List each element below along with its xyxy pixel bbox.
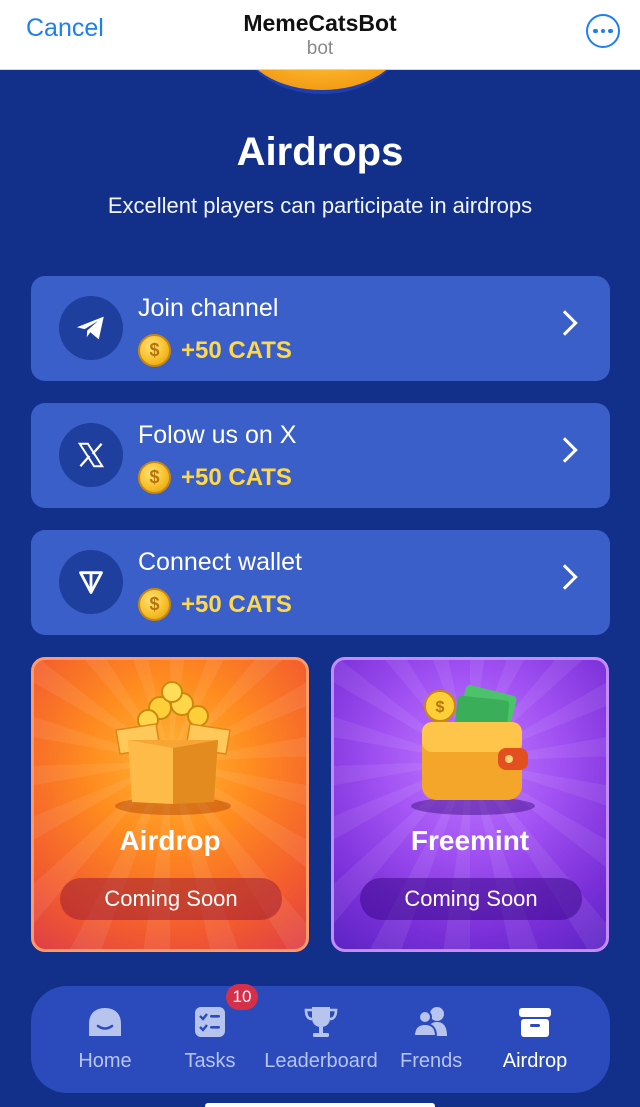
- more-dot-icon: [608, 28, 613, 34]
- nav-label: Home: [78, 1050, 132, 1072]
- nav-label: Airdrop: [502, 1050, 568, 1072]
- reward-amount: +50 CATS: [181, 336, 292, 364]
- app-title: MemeCatsBot: [243, 9, 397, 36]
- task-join-channel[interactable]: Join channel $ +50 CATS: [31, 276, 610, 381]
- airdrop-card[interactable]: Airdrop Coming Soon: [31, 657, 309, 952]
- reward-amount: +50 CATS: [181, 590, 292, 618]
- more-options-button[interactable]: [586, 14, 620, 48]
- nav-home[interactable]: Home: [77, 1002, 133, 1073]
- tasks-count-badge: 10: [226, 984, 258, 1010]
- friends-icon: [412, 1007, 447, 1037]
- task-follow-x[interactable]: Folow us on X $ +50 CATS: [31, 403, 610, 508]
- home-icon: [89, 1008, 121, 1036]
- chevron-right-icon: [552, 437, 578, 463]
- reward-amount: +50 CATS: [181, 463, 292, 491]
- airdrop-icon: [519, 1008, 551, 1037]
- page-title: Airdrops: [236, 130, 404, 174]
- more-dot-icon: [600, 28, 606, 34]
- chevron-right-icon: [552, 310, 578, 336]
- x-logo-icon: [59, 423, 123, 487]
- trophy-icon: [304, 1007, 338, 1037]
- task-reward: $ +50 CATS: [138, 588, 292, 621]
- task-reward: $ +50 CATS: [138, 461, 292, 494]
- coin-icon: $: [138, 461, 171, 494]
- nav-label: Frends: [400, 1050, 463, 1072]
- nav-tasks[interactable]: Tasks: [181, 1002, 239, 1073]
- bottom-nav: Home Tasks 10 Leaderboard Frends Airdrop: [31, 984, 610, 1093]
- task-label: Connect wallet: [138, 548, 302, 576]
- coming-soon-badge: Coming Soon: [60, 878, 282, 920]
- ton-icon: [59, 550, 123, 614]
- card-title: Freemint: [410, 825, 530, 856]
- wallet-icon: $: [411, 685, 535, 815]
- page-subtitle: Excellent players can participate in air…: [107, 193, 533, 218]
- nav-leaderboard[interactable]: Leaderboard: [263, 1002, 379, 1073]
- app-subtitle: bot: [306, 37, 334, 59]
- cancel-button[interactable]: Cancel: [26, 14, 104, 43]
- home-indicator: [205, 1103, 435, 1107]
- task-connect-wallet[interactable]: Connect wallet $ +50 CATS: [31, 530, 610, 635]
- coin-icon: $: [138, 334, 171, 367]
- tasks-icon: [195, 1007, 225, 1037]
- bot-title-block: MemeCatsBot bot: [243, 9, 396, 61]
- svg-text:$: $: [436, 699, 445, 716]
- chevron-right-icon: [552, 564, 578, 590]
- task-reward: $ +50 CATS: [138, 334, 292, 367]
- nav-label: Tasks: [184, 1050, 236, 1072]
- nav-airdrop[interactable]: Airdrop: [499, 1002, 571, 1073]
- freemint-card[interactable]: $ Freemint Coming Soon: [331, 657, 609, 952]
- nav-friends[interactable]: Frends: [400, 1002, 462, 1073]
- task-label: Folow us on X: [138, 421, 297, 449]
- task-label: Join channel: [138, 294, 279, 322]
- coming-soon-badge: Coming Soon: [360, 878, 582, 920]
- more-dot-icon: [593, 28, 598, 34]
- top-bar: Cancel MemeCatsBot bot: [0, 0, 640, 70]
- nav-label: Leaderboard: [264, 1050, 378, 1072]
- telegram-icon: [59, 296, 123, 360]
- card-title: Airdrop: [119, 825, 221, 856]
- coin-icon: $: [138, 588, 171, 621]
- treasure-box-icon: [115, 681, 231, 815]
